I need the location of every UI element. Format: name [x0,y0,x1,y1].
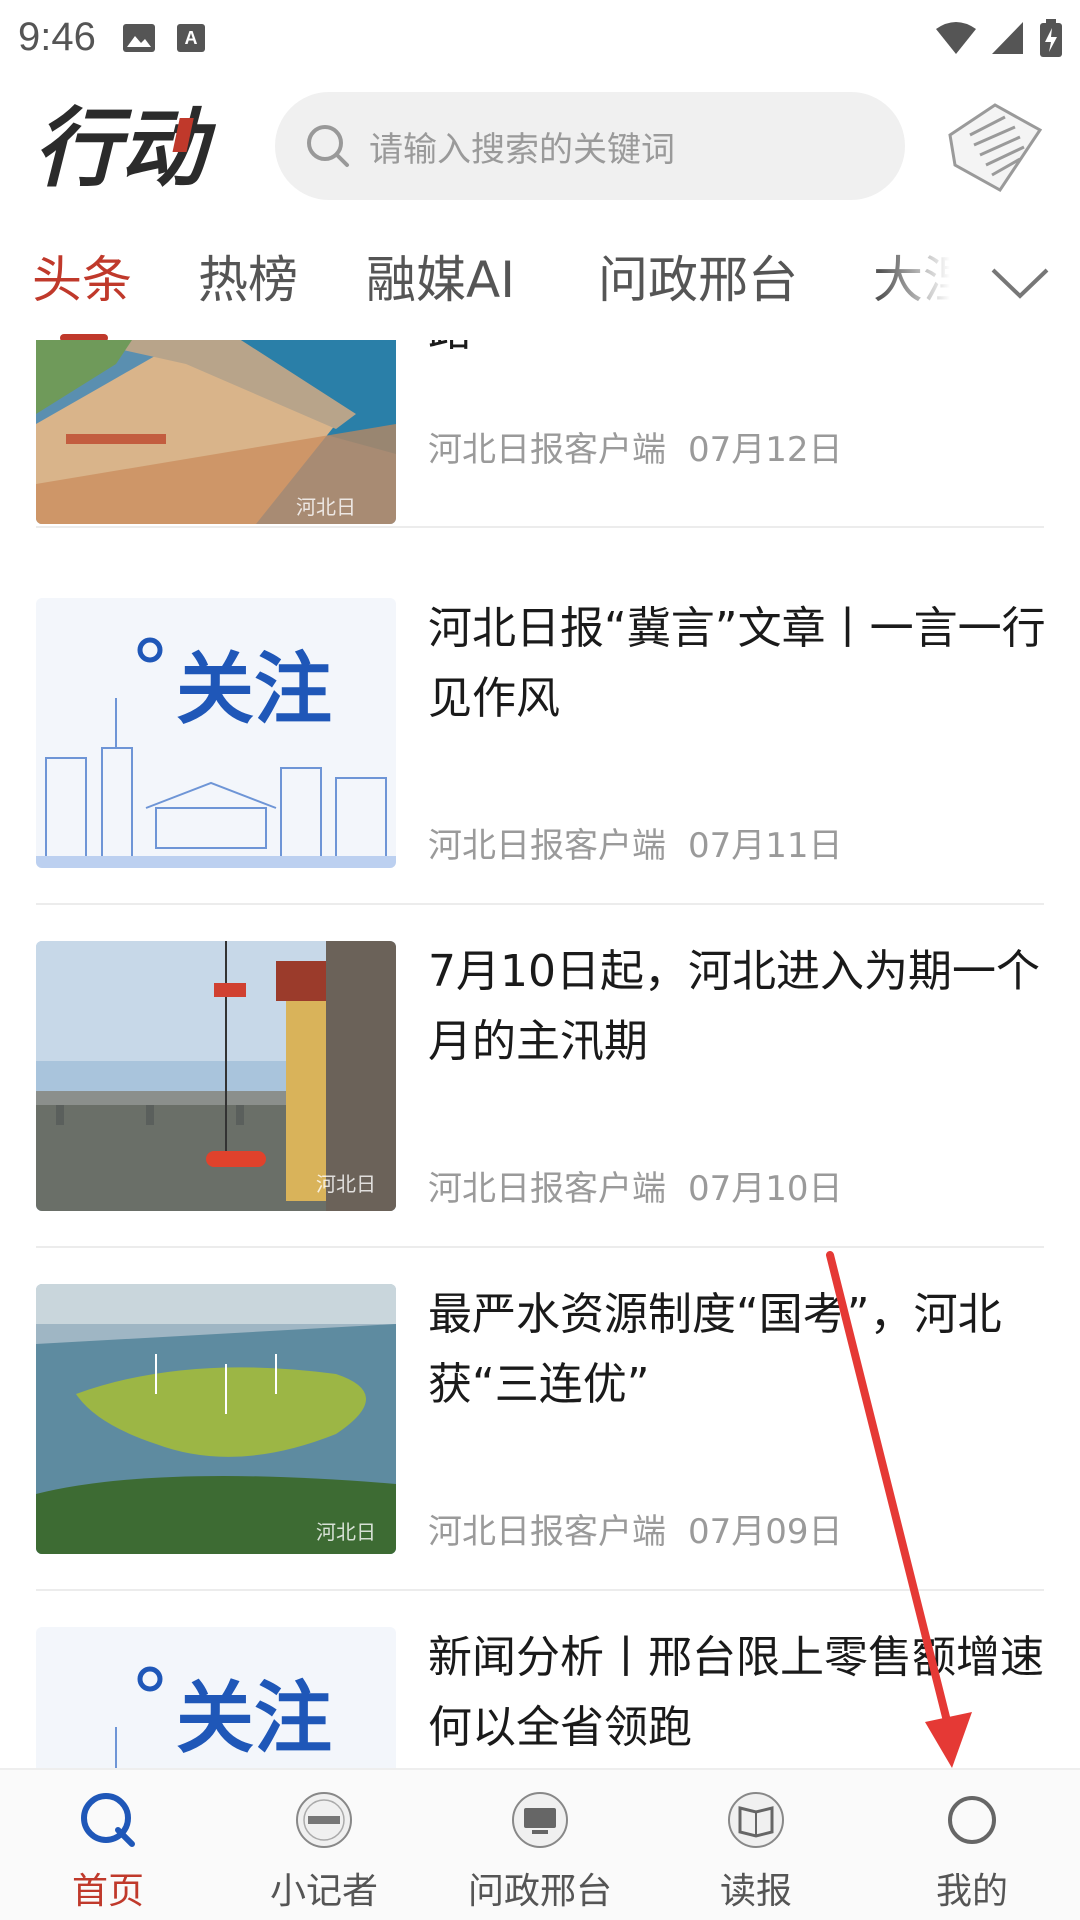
divider [36,526,1044,528]
nav-label: 小记者 [269,1871,378,1912]
channel-tabs: 头条 热榜 融媒AI 问政邢台 大涅 [0,230,1080,342]
news-date: 07月12日 [688,430,843,470]
search-bar[interactable]: 请输入搜索的关键词 [275,92,905,200]
news-thumbnail: 河北日 [36,941,396,1211]
svg-text:行动: 行动 [34,99,217,198]
nav-label: 我的 [935,1871,1008,1912]
news-list: 河北日 路 河北日报客户端 07月12日 关注 河北日报“冀言”文章丨一言一行见作… [0,340,1080,1768]
news-source: 河北日报客户端 [428,1169,666,1209]
nav-reporter[interactable]: 小记者 [234,1790,414,1914]
svg-text:关注: 关注 [176,1673,332,1764]
search-icon [307,125,349,167]
gallery-notification-icon [122,23,155,52]
tab-hot-list[interactable]: 热榜 [198,240,298,312]
svg-text:河北日: 河北日 [316,1520,376,1544]
app-logo[interactable]: 行动 [34,98,234,198]
news-meta: 河北日报客户端 07月10日 [428,1161,843,1210]
home-q-icon [81,1793,135,1847]
reporter-badge-icon [296,1792,352,1848]
nav-label: 问政邢台 [467,1871,612,1912]
news-source: 河北日报客户端 [428,826,666,866]
news-thumbnail: 关注 [36,1627,396,1768]
tab-wenzheng-xingtai[interactable]: 问政邢台 [598,240,798,312]
nav-label: 读报 [719,1871,792,1912]
news-date: 07月11日 [688,826,843,866]
status-time: 9:46 [18,15,96,59]
svg-text:河北日: 河北日 [296,495,356,519]
nav-wenzheng[interactable]: 问政邢台 [450,1790,630,1914]
news-meta: 河北日报客户端 07月11日 [428,818,843,867]
text-notification-icon: A [176,23,205,52]
search-placeholder: 请输入搜索的关键词 [369,129,675,170]
news-meta: 河北日报客户端 07月09日 [428,1504,843,1553]
tab-media-ai[interactable]: 融媒AI [366,240,515,312]
monitor-icon [512,1792,568,1848]
nav-profile[interactable]: 我的 [882,1790,1062,1914]
news-title: 路 [428,340,1048,366]
nav-read-paper[interactable]: 读报 [666,1790,846,1914]
news-title: 7月10日起，河北进入为期一个月的主汛期 [428,946,1040,1067]
nav-home[interactable]: 首页 [18,1790,198,1914]
status-bar: 9:46 A [0,0,1080,75]
news-source: 河北日报客户端 [428,430,666,470]
news-thumbnail: 关注 [36,598,396,868]
news-item[interactable]: 河北日 最严水资源制度“国考”，河北获“三连优” 河北日报客户端 07月09日 [36,1248,1044,1591]
app-header: 行动 请输入搜索的关键词 [0,80,1080,210]
news-item[interactable]: 关注 河北日报“冀言”文章丨一言一行见作风 河北日报客户端 07月11日 [36,562,1046,905]
wifi-icon [936,21,976,54]
svg-text:河北日: 河北日 [316,1172,376,1196]
news-title: 新闻分析丨邢台限上零售额增速何以全省领跑 [428,1632,1044,1753]
news-thumbnail: 河北日 [36,340,396,524]
news-title: 河北日报“冀言”文章丨一言一行见作风 [428,603,1046,724]
news-title: 最严水资源制度“国考”，河北获“三连优” [428,1289,1002,1410]
news-date: 07月09日 [688,1512,843,1552]
news-source: 河北日报客户端 [428,1512,666,1552]
news-item[interactable]: 关注 新闻分析丨邢台限上零售额增速何以全省领跑 [36,1591,1044,1768]
news-date: 07月10日 [688,1169,843,1209]
battery-charging-icon [1040,18,1062,57]
news-thumbnail: 河北日 [36,1284,396,1554]
bottom-nav: 首页 小记者 问政邢台 读报 我的 [0,1768,1080,1920]
tab-fade [880,230,980,330]
tab-headline[interactable]: 头条 [32,240,132,312]
newspaper-icon[interactable] [940,95,1050,195]
news-item[interactable]: 河北日 7月10日起，河北进入为期一个月的主汛期 河北日报客户端 07月10日 [36,905,1044,1248]
svg-text:A: A [184,28,197,48]
news-meta: 河北日报客户端 07月12日 [428,422,843,471]
chevron-down-icon[interactable] [985,248,1055,318]
nav-label: 首页 [71,1871,144,1912]
book-icon [728,1792,784,1848]
cell-signal-icon [992,21,1023,54]
profile-circle-icon [948,1796,996,1844]
svg-text:关注: 关注 [176,644,332,735]
